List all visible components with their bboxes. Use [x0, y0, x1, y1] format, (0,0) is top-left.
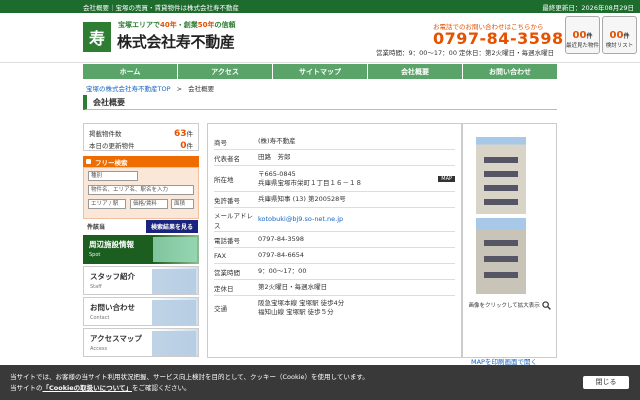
result-count-label: 件該当: [87, 223, 106, 231]
staff-image: [152, 269, 196, 294]
info-row: 定休日 第2火曜日・毎週水曜日: [214, 280, 455, 296]
keyword-input[interactable]: 物件名、エリア名、駅名を入力: [88, 185, 194, 195]
spot-image: [153, 237, 197, 262]
banner-staff[interactable]: スタッフ紹介 Staff: [83, 266, 199, 295]
cookie-banner: 当サイトでは、お客様の当サイト利用状況把握、サービス向上検討を目的として、クッキ…: [0, 365, 640, 400]
info-row: メールアドレス kotobuki@bj9.so-net.ne.jp: [214, 208, 455, 232]
page-title: 会社概要: [83, 95, 557, 110]
company-info-table: 商号 (株)寿不動産 代表者名 田路 芳郎 所在地 〒665-0845 兵庫県宝塚市栄…: [207, 123, 462, 358]
company-logo[interactable]: 寿: [83, 22, 111, 52]
breadcrumb: 宝塚の株式会社寿不動産TOP > 会社概要: [86, 85, 215, 93]
area-select[interactable]: エリア / 駅: [88, 199, 126, 209]
global-nav: ホーム アクセス サイトマップ 会社概要 お問い合わせ: [83, 64, 557, 79]
search-results-button[interactable]: 検索結果を見る: [144, 218, 199, 234]
cookie-message-2: 当サイトの「Cookieの取扱いについて」をご確認ください。: [10, 384, 191, 392]
zoom-caption[interactable]: 画像をクリックして拡大表示: [463, 301, 556, 310]
cookie-policy-link[interactable]: 「Cookieの取扱いについて」: [43, 384, 132, 392]
cookie-message: 当サイトでは、お客様の当サイト利用状況把握、サービス向上検討を目的として、クッキ…: [10, 373, 369, 381]
top-bar-title: 会社概要｜宝塚の売買・賃貸物件は株式会社寿不動産: [83, 3, 239, 12]
search-icon: [86, 159, 91, 164]
info-row: 免許番号 兵庫県知事 (13) 第200528号: [214, 192, 455, 208]
nav-company[interactable]: 会社概要: [368, 64, 463, 79]
phone-number[interactable]: 0797-84-3598: [433, 29, 564, 48]
info-row: 商号 (株)寿不動産: [214, 134, 455, 150]
magnifier-icon: [541, 301, 551, 310]
breadcrumb-current: 会社概要: [188, 85, 215, 93]
listing-stats: 掲載物件数 63件 本日の更新物件 0件: [83, 123, 199, 151]
map-button[interactable]: MAP: [438, 175, 455, 182]
site-header: 寿 宝塚エリアで40年・創業50年の信頼 株式会社寿不動産 お電話でのお問い合わ…: [0, 13, 640, 63]
shortlist-button[interactable]: 00件 検討リスト: [602, 16, 637, 54]
top-bar: 会社概要｜宝塚の売買・賃貸物件は株式会社寿不動産 最終更新日：2026年08月2…: [0, 0, 640, 13]
building-photo[interactable]: [476, 137, 526, 214]
nav-sitemap[interactable]: サイトマップ: [273, 64, 368, 79]
sidebar: 掲載物件数 63件 本日の更新物件 0件 フリー検索 種別 物件名、エリア名、駅名を…: [83, 123, 199, 357]
nav-contact[interactable]: お問い合わせ: [463, 64, 557, 79]
last-updated: 最終更新日：2026年08月29日: [542, 3, 634, 12]
building-photo[interactable]: [476, 218, 526, 294]
info-row: 交通 阪急宝塚本線 宝塚駅 徒歩4分 福知山線 宝塚駅 徒歩５分: [214, 299, 345, 316]
banner-access[interactable]: アクセスマップ Access: [83, 328, 199, 357]
breadcrumb-home[interactable]: 宝塚の株式会社寿不動産TOP: [86, 85, 171, 93]
business-hours: 営業時間：9：00〜17：00 定休日：第2火曜日・毎週水曜日: [376, 49, 555, 57]
info-row: 所在地 〒665-0845 兵庫県宝塚市栄町１丁目１６－１８ MAP: [214, 166, 455, 192]
type-select[interactable]: 種別: [88, 171, 138, 181]
banner-contact[interactable]: お問い合わせ Contact: [83, 297, 199, 326]
contact-image: [152, 300, 196, 325]
free-search-header: フリー検索: [83, 156, 199, 167]
tagline: 宝塚エリアで40年・創業50年の信頼: [118, 21, 236, 29]
nav-home[interactable]: ホーム: [83, 64, 178, 79]
info-row: 代表者名 田路 芳郎: [214, 150, 455, 166]
cookie-close-button[interactable]: 閉じる: [583, 376, 629, 389]
price-select[interactable]: 価格/賃料: [130, 199, 168, 209]
access-image: [152, 331, 196, 356]
search-row: 件該当 検索結果を見る: [83, 218, 199, 234]
email-link[interactable]: kotobuki@bj9.so-net.ne.jp: [258, 215, 343, 223]
free-search-form: 種別 物件名、エリア名、駅名を入力 エリア / 駅 価格/賃料 面積: [83, 167, 199, 219]
photo-panel: 画像をクリックして拡大表示: [462, 123, 557, 358]
recently-viewed-button[interactable]: 00件 最近見た物件: [565, 16, 600, 54]
info-row: FAX 0797-84-6654: [214, 248, 455, 264]
banner-spot[interactable]: 周辺施設情報 Spot: [83, 235, 199, 264]
info-row: 電話番号 0797-84-3598: [214, 232, 455, 248]
info-row: 営業時間 9：00〜17：00: [214, 264, 455, 280]
size-select[interactable]: 面積: [171, 199, 194, 209]
company-name[interactable]: 株式会社寿不動産: [117, 31, 235, 52]
nav-access[interactable]: アクセス: [178, 64, 273, 79]
